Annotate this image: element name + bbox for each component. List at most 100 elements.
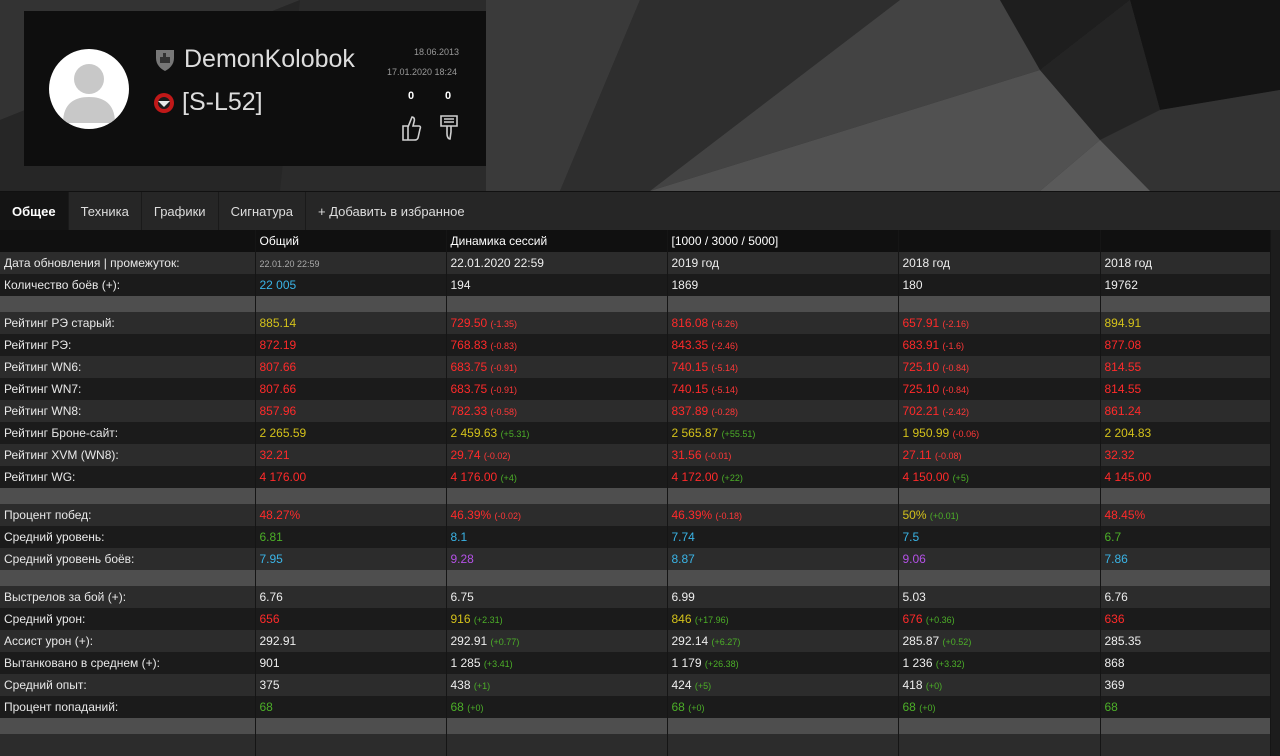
player-name[interactable]: DemonKolobok bbox=[184, 45, 355, 74]
dislikes-count: 0 bbox=[445, 90, 452, 102]
stat-cell: 9.06 bbox=[898, 548, 1101, 570]
stat-cell: 636 bbox=[1100, 608, 1271, 630]
clan-emblem-icon bbox=[154, 92, 174, 113]
profile-card: DemonKolobok [S-L52] 18.06.2013 17.01.20… bbox=[24, 11, 486, 166]
row-label: Рейтинг Броне-сайт: bbox=[0, 422, 256, 444]
stat-cell bbox=[446, 734, 668, 756]
stat-value: 843.35 bbox=[671, 338, 709, 352]
stat-value: 2 565.87 bbox=[671, 426, 719, 440]
stat-value: 725.10 bbox=[902, 360, 940, 374]
separator-cell bbox=[898, 296, 1101, 312]
stat-value: 68 bbox=[450, 700, 464, 714]
clan-tag[interactable]: [S-L52] bbox=[182, 88, 263, 117]
header-cell bbox=[898, 230, 1101, 252]
stat-cell: 2 459.63 (+5.31) bbox=[446, 422, 668, 444]
tab-general[interactable]: Общее bbox=[0, 192, 69, 230]
stat-cell: 683.75 (-0.91) bbox=[446, 356, 668, 378]
table-row: Рейтинг WN6: 807.66 683.75 (-0.91) 740.15 (… bbox=[0, 356, 1271, 378]
add-to-favorites-button[interactable]: + Добавить в избранное bbox=[306, 192, 477, 230]
stat-cell: 292.91 bbox=[255, 630, 447, 652]
stat-value: 868 bbox=[1104, 656, 1125, 670]
stat-cell: 877.08 bbox=[1100, 334, 1271, 356]
stat-cell: 916 (+2.31) bbox=[446, 608, 668, 630]
stat-delta: (-1.35) bbox=[490, 319, 518, 329]
tab-charts[interactable]: Графики bbox=[142, 192, 219, 230]
stat-delta: (+0) bbox=[925, 681, 943, 691]
stat-value: 32.32 bbox=[1104, 448, 1135, 462]
stat-cell: 6.76 bbox=[255, 586, 447, 608]
tab-signature[interactable]: Сигнатура bbox=[219, 192, 307, 230]
stat-cell: 7.86 bbox=[1100, 548, 1271, 570]
stat-delta: (+55.51) bbox=[721, 429, 756, 439]
stat-value: 8.1 bbox=[450, 530, 468, 544]
stat-delta: (-0.91) bbox=[490, 385, 518, 395]
table-row: Процент побед: 48.27% 46.39% (-0.02) 46.39%… bbox=[0, 504, 1271, 526]
stat-delta: (-0.08) bbox=[934, 451, 962, 461]
stat-cell: 7.74 bbox=[667, 526, 899, 548]
stat-value: 7.5 bbox=[902, 530, 920, 544]
stat-delta: (+26.38) bbox=[704, 659, 739, 669]
stat-cell: 846 (+17.96) bbox=[667, 608, 899, 630]
stat-cell: 894.91 bbox=[1100, 312, 1271, 334]
separator-cell bbox=[667, 296, 899, 312]
stat-cell: 872.19 bbox=[255, 334, 447, 356]
stat-value: 740.15 bbox=[671, 382, 709, 396]
stat-delta: (-5.14) bbox=[711, 385, 739, 395]
stat-value: 8.87 bbox=[671, 552, 695, 566]
stat-value: 768.83 bbox=[450, 338, 488, 352]
stat-cell: 50% (+0.01) bbox=[898, 504, 1101, 526]
stat-value: 9.28 bbox=[450, 552, 474, 566]
stat-value: 837.89 bbox=[671, 404, 709, 418]
stat-value: 424 bbox=[671, 678, 692, 692]
stat-cell: 46.39% (-0.02) bbox=[446, 504, 668, 526]
stat-cell: 48.27% bbox=[255, 504, 447, 526]
stat-value: 4 150.00 bbox=[902, 470, 950, 484]
row-label: Рейтинг РЭ старый: bbox=[0, 312, 256, 334]
thumbs-up-icon[interactable] bbox=[400, 114, 422, 142]
stat-delta: (+5) bbox=[952, 473, 969, 483]
separator-cell bbox=[255, 718, 447, 734]
table-row: Средний опыт: 375 438 (+1) 424 (+5) 418 (+0)… bbox=[0, 674, 1271, 696]
stat-cell: 868 bbox=[1100, 652, 1271, 674]
stat-delta: (+0) bbox=[919, 703, 936, 713]
stat-cell bbox=[1100, 734, 1271, 756]
row-label: Количество боёв (+): bbox=[0, 274, 256, 296]
stat-delta: (+5) bbox=[694, 681, 712, 691]
stat-value: 22 005 bbox=[259, 278, 297, 292]
table-row: Рейтинг WN8: 857.96 782.33 (-0.58) 837.89 (… bbox=[0, 400, 1271, 422]
stat-value: 46.39% bbox=[450, 508, 492, 522]
separator-row bbox=[0, 296, 1271, 312]
stat-value: 676 bbox=[902, 612, 923, 626]
stat-value: 9.06 bbox=[902, 552, 926, 566]
stat-delta: (-6.26) bbox=[711, 319, 739, 329]
row-label: Ассист урон (+): bbox=[0, 630, 256, 652]
stat-value: 656 bbox=[259, 612, 280, 626]
row-label bbox=[0, 734, 256, 756]
stat-delta: (+5.31) bbox=[500, 429, 530, 439]
stat-cell: 683.91 (-1.6) bbox=[898, 334, 1101, 356]
stat-value: 683.75 bbox=[450, 360, 488, 374]
stat-delta: (-0.84) bbox=[942, 363, 970, 373]
stat-cell: 68 (+0) bbox=[667, 696, 899, 718]
stat-cell: 194 bbox=[446, 274, 668, 296]
stat-delta: (+22) bbox=[721, 473, 743, 483]
stat-cell: 1869 bbox=[667, 274, 899, 296]
stat-cell: 857.96 bbox=[255, 400, 447, 422]
tab-vehicles[interactable]: Техника bbox=[69, 192, 142, 230]
stat-cell: 740.15 (-5.14) bbox=[667, 356, 899, 378]
stat-value: 1 950.99 bbox=[902, 426, 950, 440]
stat-cell bbox=[255, 734, 447, 756]
stat-cell: 702.21 (-2.42) bbox=[898, 400, 1101, 422]
stat-value: 916 bbox=[450, 612, 471, 626]
thumbs-down-icon[interactable] bbox=[438, 114, 460, 142]
stat-value: 1 236 bbox=[902, 656, 933, 670]
stat-delta: (+0.52) bbox=[942, 637, 972, 647]
stat-value: 1869 bbox=[671, 278, 699, 292]
likes-count: 0 bbox=[408, 90, 415, 102]
row-label: Выстрелов за бой (+): bbox=[0, 586, 256, 608]
separator-cell bbox=[1100, 296, 1271, 312]
stat-delta: (-0.91) bbox=[490, 363, 518, 373]
stat-value: 19762 bbox=[1104, 278, 1138, 292]
stat-value: 807.66 bbox=[259, 360, 297, 374]
stat-value: 2 459.63 bbox=[450, 426, 498, 440]
